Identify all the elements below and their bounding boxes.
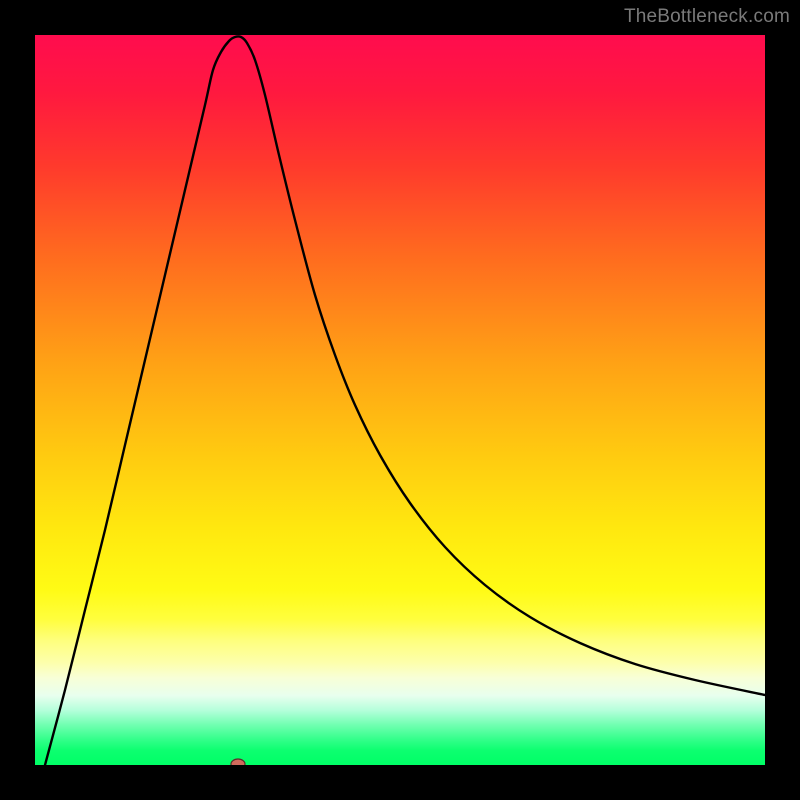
chart-frame: TheBottleneck.com — [0, 0, 800, 800]
watermark-text: TheBottleneck.com — [624, 6, 790, 28]
optimal-point-marker — [231, 759, 245, 765]
bottleneck-curve-line — [45, 36, 765, 765]
plot-area — [35, 35, 765, 765]
curve-group — [45, 36, 765, 765]
chart-svg — [35, 35, 765, 765]
